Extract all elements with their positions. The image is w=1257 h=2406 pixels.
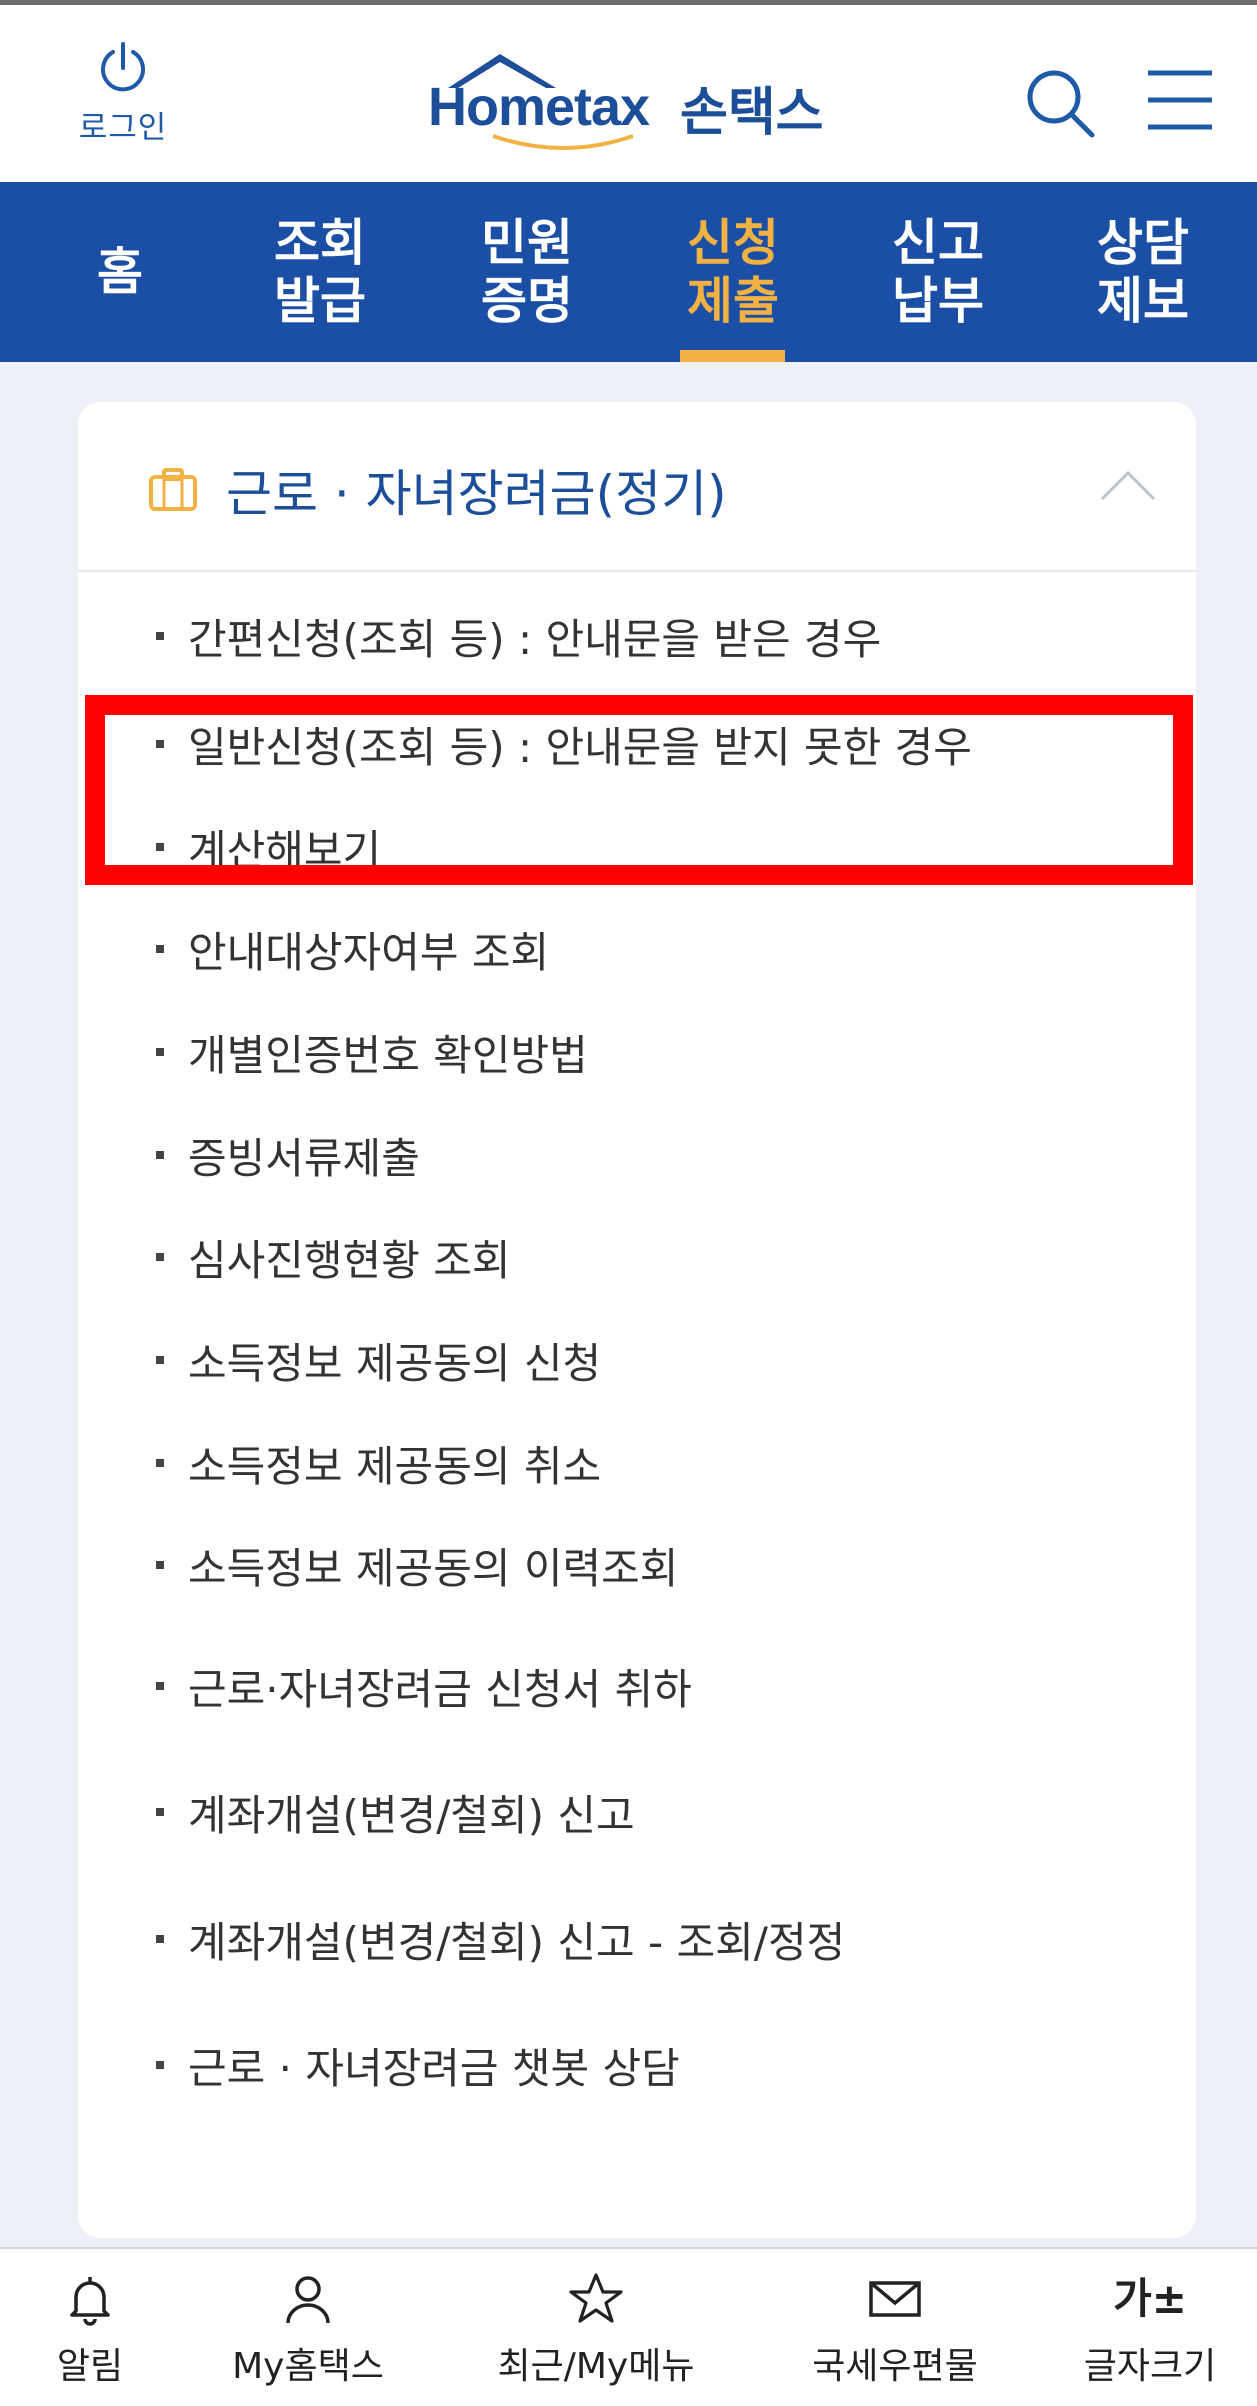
bullet: [156, 1808, 164, 1816]
list-item-account-report[interactable]: 계좌개설(변경/철회) 신고: [156, 1772, 635, 1852]
font-size-icon: 가±: [1113, 2274, 1187, 2323]
accordion-header[interactable]: 근로 · 자녀장려금(정기): [78, 402, 1196, 572]
tab-notifications[interactable]: 알림: [0, 2271, 200, 2389]
accordion-card: 근로 · 자녀장려금(정기) 간편신청(조회 등) : 안내문을 받은 경우 일…: [78, 402, 1196, 2238]
nav-home[interactable]: 홈: [70, 182, 170, 362]
hamburger-icon: [1148, 70, 1212, 130]
list-item-label: 안내대상자여부 조회: [188, 927, 550, 977]
tab-label: 글자크기: [1083, 2346, 1217, 2387]
menu-button[interactable]: [1140, 65, 1220, 135]
power-icon: [101, 42, 145, 92]
bullet: [156, 2061, 164, 2069]
search-button[interactable]: [1020, 63, 1100, 143]
logo-kor-text: 손택스: [680, 83, 824, 143]
list-item-label: 계좌개설(변경/철회) 신고 - 조회/정정: [188, 1917, 846, 1967]
tab-recent-my-menu[interactable]: 최근/My메뉴: [486, 2271, 706, 2389]
list-item-label: 일반신청(조회 등) : 안내문을 받지 못한 경우: [188, 722, 972, 772]
bullet: [156, 1459, 164, 1467]
bullet: [156, 1356, 164, 1364]
list-item-consent-history[interactable]: 소득정보 제공동의 이력조회: [156, 1525, 678, 1605]
bullet: [156, 632, 164, 640]
list-item-label: 개별인증번호 확인방법: [188, 1030, 588, 1080]
list-item-label: 소득정보 제공동의 이력조회: [188, 1543, 679, 1593]
list-item-consent-apply[interactable]: 소득정보 제공동의 신청: [156, 1320, 601, 1400]
hometax-logo[interactable]: Hometax 손택스: [428, 50, 848, 160]
list-item-withdraw-application[interactable]: 근로·자녀장려금 신청서 취하: [156, 1646, 692, 1726]
app-header: 로그인 Hometax 손택스: [0, 5, 1257, 182]
list-item-chatbot[interactable]: 근로 · 자녀장려금 챗봇 상담: [156, 2025, 680, 2105]
tab-label: 알림: [56, 2346, 124, 2387]
list-item-label: 소득정보 제공동의 취소: [188, 1441, 602, 1491]
tab-label: My홈택스: [232, 2346, 384, 2387]
main-nav: 홈 조회 발급 민원 증명 신청 제출 신고 납부 상담 제보: [0, 182, 1257, 362]
list-item-account-report-edit[interactable]: 계좌개설(변경/철회) 신고 - 조회/정정: [156, 1899, 845, 1979]
mail-icon: [869, 2281, 921, 2317]
list-item-label: 근로 · 자녀장려금 챗봇 상담: [188, 2043, 680, 2093]
section-title: 근로 · 자녀장려금(정기): [226, 465, 727, 523]
nav-consult-report[interactable]: 상담 제보: [1078, 182, 1208, 362]
user-icon: [286, 2276, 330, 2324]
bullet: [156, 1935, 164, 1943]
bottom-tab-bar: 알림 My홈택스 최근/My메뉴 국세우편물 가± 글자크기: [0, 2247, 1257, 2406]
nav-civil-certificate[interactable]: 민원 증명: [462, 182, 592, 362]
bullet: [156, 843, 164, 851]
list-item-label: 근로·자녀장려금 신청서 취하: [188, 1664, 692, 1714]
tab-tax-mail[interactable]: 국세우편물: [785, 2271, 1005, 2389]
bullet: [156, 945, 164, 953]
list-item-general-apply[interactable]: 일반신청(조회 등) : 안내문을 받지 못한 경우: [156, 704, 972, 784]
nav-inquiry-issue[interactable]: 조회 발급: [255, 182, 385, 362]
tab-label: 최근/My메뉴: [497, 2346, 695, 2387]
star-icon: [569, 2273, 623, 2323]
list-item-label: 계좌개설(변경/철회) 신고: [188, 1790, 635, 1840]
list-item-label: 심사진행현황 조회: [188, 1235, 511, 1285]
list-item-consent-cancel[interactable]: 소득정보 제공동의 취소: [156, 1423, 601, 1503]
nav-report-pay[interactable]: 신고 납부: [873, 182, 1003, 362]
list-item-review-status[interactable]: 심사진행현황 조회: [156, 1217, 510, 1297]
bullet: [156, 740, 164, 748]
list-item-label: 소득정보 제공동의 신청: [188, 1338, 602, 1388]
bullet: [156, 1253, 164, 1261]
list-item-auth-number[interactable]: 개별인증번호 확인방법: [156, 1012, 588, 1092]
logo-text: Hometax: [428, 77, 650, 137]
bullet: [156, 1682, 164, 1690]
tab-font-size[interactable]: 가± 글자크기: [1040, 2271, 1257, 2389]
chevron-up-icon[interactable]: [1098, 467, 1158, 503]
list-item-label: 간편신청(조회 등) : 안내문을 받은 경우: [188, 614, 882, 664]
tab-label: 국세우편물: [812, 2346, 978, 2387]
nav-active-indicator: [680, 350, 785, 362]
login-label: 로그인: [78, 110, 168, 146]
list-item-label: 증빙서류제출: [188, 1133, 420, 1183]
list-item-calculate[interactable]: 계산해보기: [156, 807, 381, 887]
bullet: [156, 1048, 164, 1056]
list-item-label: 계산해보기: [188, 825, 382, 875]
briefcase-icon: [149, 468, 197, 511]
bullet: [156, 1561, 164, 1569]
search-icon: [1027, 70, 1095, 138]
bullet: [156, 1151, 164, 1159]
list-item-simple-apply[interactable]: 간편신청(조회 등) : 안내문을 받은 경우: [156, 596, 881, 676]
login-button[interactable]: 로그인: [58, 40, 188, 160]
nav-apply-submit[interactable]: 신청 제출: [668, 182, 798, 362]
tab-my-hometax[interactable]: My홈택스: [198, 2271, 418, 2389]
list-item-target-check[interactable]: 안내대상자여부 조회: [156, 909, 549, 989]
list-item-submit-documents[interactable]: 증빙서류제출: [156, 1115, 420, 1195]
logo-smile-icon: [492, 134, 634, 150]
bell-icon: [70, 2277, 110, 2326]
